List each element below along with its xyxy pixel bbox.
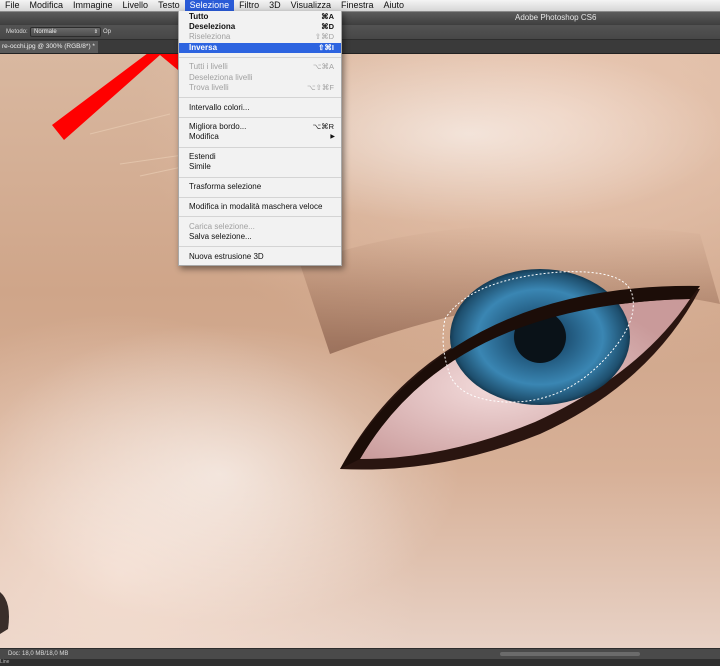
menu-item-trova-livelli: Trova livelli ⌥⇧⌘F — [179, 83, 341, 93]
menu-separator — [179, 246, 341, 248]
menu-item-estendi[interactable]: Estendi — [179, 152, 341, 162]
document-tab[interactable]: re-occhi.jpg @ 300% (RGB/8*) * — [0, 41, 98, 53]
menu-file[interactable]: File — [0, 0, 25, 11]
document-tab-bar: re-occhi.jpg @ 300% (RGB/8*) * — [0, 40, 720, 54]
menu-item-label: Deseleziona — [189, 22, 236, 32]
status-bar: Doc: 18,0 MB/18,0 MB — [0, 648, 720, 659]
menu-item-label: Tutto — [189, 12, 209, 21]
menu-item-riseleziona: Riseleziona ⇧⌘D — [179, 32, 341, 42]
menu-item-label: Intervallo colori... — [189, 102, 250, 112]
menu-item-shortcut: ⇧⌘D — [314, 32, 334, 42]
timeline-panel: Line — [0, 659, 720, 666]
menu-item-tutti-i-livelli: Tutti i livelli ⌥⌘A — [179, 62, 341, 72]
menu-item-shortcut: ⌥⌘R — [312, 122, 334, 132]
menu-separator — [179, 176, 341, 178]
menu-item-label: Riseleziona — [189, 32, 231, 42]
menu-item-shortcut: ⌘D — [321, 22, 334, 32]
menu-item-migliora-bordo[interactable]: Migliora bordo... ⌥⌘R — [179, 122, 341, 132]
menu-item-label: Deseleziona livelli — [189, 72, 253, 82]
menu-item-label: Nuova estrusione 3D — [189, 251, 264, 261]
window-title-bar: Adobe Photoshop CS6 — [0, 12, 720, 25]
submenu-arrow-icon: ▶ — [330, 134, 335, 141]
menu-item-shortcut: ⇧⌘I — [318, 42, 334, 52]
menu-testo[interactable]: Testo — [153, 0, 185, 11]
menu-immagine[interactable]: Immagine — [68, 0, 118, 11]
menu-item-modifica-in-modalità-maschera-veloce[interactable]: Modifica in modalità maschera veloce — [179, 202, 341, 212]
method-select[interactable]: Normale ⇕ — [30, 27, 101, 37]
horizontal-scrollbar[interactable] — [500, 652, 640, 656]
menu-separator — [179, 116, 341, 118]
app-title: Adobe Photoshop CS6 — [515, 13, 597, 22]
menu-filtro[interactable]: Filtro — [234, 0, 264, 11]
opacity-label: Op — [103, 29, 112, 35]
menu-item-salva-selezione[interactable]: Salva selezione... — [179, 232, 341, 242]
menu-separator — [179, 196, 341, 198]
menu-visualizza[interactable]: Visualizza — [286, 0, 336, 11]
menu-bar: File Modifica Immagine Livello Testo Selezion… — [0, 0, 720, 12]
document-size: Doc: 18,0 MB/18,0 MB — [8, 651, 69, 657]
image-canvas[interactable] — [0, 54, 720, 648]
menu-item-deseleziona-livelli: Deseleziona livelli — [179, 73, 341, 83]
menu-livello[interactable]: Livello — [118, 0, 154, 11]
menu-separator — [179, 57, 341, 59]
menu-item-shortcut: ⌘A — [321, 12, 334, 21]
menu-item-modifica[interactable]: Modifica ▶ — [179, 132, 341, 142]
menu-item-label: Carica selezione... — [189, 221, 255, 231]
menu-item-tutto[interactable]: Tutto ⌘A — [179, 12, 341, 22]
menu-selezione[interactable]: Selezione — [184, 0, 235, 11]
menu-item-label: Salva selezione... — [189, 231, 252, 241]
menu-item-deseleziona[interactable]: Deseleziona ⌘D — [179, 22, 341, 32]
menu-item-label: Inversa — [189, 42, 218, 52]
menu-3d[interactable]: 3D — [264, 0, 286, 11]
menu-item-carica-selezione: Carica selezione... — [179, 222, 341, 232]
menu-finestra[interactable]: Finestra — [336, 0, 379, 11]
method-value: Normale — [34, 29, 57, 35]
menu-modifica[interactable]: Modifica — [25, 0, 69, 11]
menu-item-label: Tutti i livelli — [189, 62, 228, 72]
menu-item-nuova-estrusione-3d[interactable]: Nuova estrusione 3D — [179, 252, 341, 262]
menu-separator — [179, 216, 341, 218]
menu-item-label: Modifica in modalità maschera veloce — [189, 202, 323, 211]
menu-item-intervallo-colori[interactable]: Intervallo colori... — [179, 103, 341, 113]
method-label: Metodo: — [6, 29, 28, 35]
menu-item-simile[interactable]: Simile — [179, 162, 341, 172]
menu-item-label: Trova livelli — [189, 82, 229, 92]
dropdown-arrows-icon: ⇕ — [93, 29, 98, 35]
menu-item-shortcut: ⌥⇧⌘F — [306, 82, 334, 92]
options-bar: Metodo: Normale ⇕ Op — [0, 25, 720, 40]
timeline-label: Line — [0, 659, 10, 665]
menu-separator — [179, 97, 341, 99]
menu-separator — [179, 146, 341, 148]
menu-aiuto[interactable]: Aiuto — [379, 0, 410, 11]
menu-item-label: Migliora bordo... — [189, 122, 247, 132]
selezione-menu: Tutto ⌘A Deseleziona ⌘D Riseleziona ⇧⌘D Invers… — [178, 11, 342, 266]
menu-item-trasforma-selezione[interactable]: Trasforma selezione — [179, 182, 341, 192]
menu-item-inversa[interactable]: Inversa ⇧⌘I — [179, 42, 341, 53]
menu-item-label: Simile — [189, 162, 211, 172]
menu-item-label: Modifica — [189, 132, 219, 142]
menu-item-label: Trasforma selezione — [189, 182, 262, 192]
menu-item-shortcut: ⌥⌘A — [312, 62, 334, 72]
menu-item-label: Estendi — [189, 152, 216, 162]
